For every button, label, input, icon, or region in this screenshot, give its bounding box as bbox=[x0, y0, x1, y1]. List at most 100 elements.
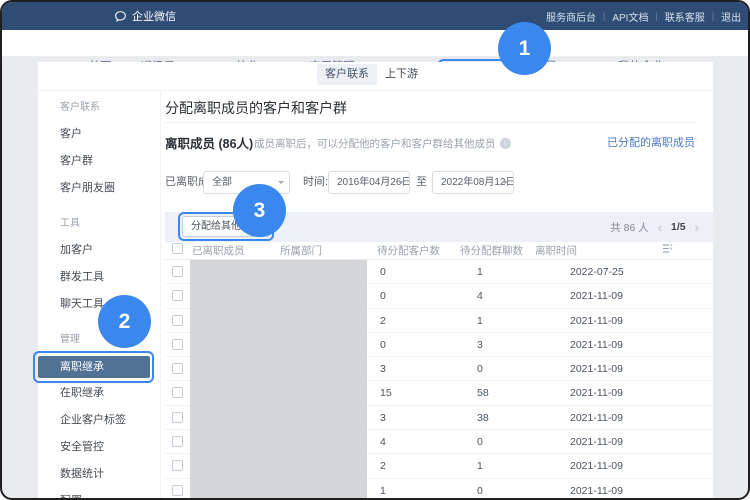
sidebar-item-broadcast-tool[interactable]: 群发工具 bbox=[38, 264, 158, 291]
redacted-area bbox=[190, 260, 367, 500]
row-checkbox[interactable] bbox=[172, 290, 183, 301]
link-logout[interactable]: 退出 bbox=[721, 9, 741, 24]
column-settings-icon[interactable] bbox=[662, 243, 673, 257]
cell-pending-customers: 0 bbox=[380, 260, 386, 284]
cell-pending-customers: 1 bbox=[380, 479, 386, 500]
cell-pending-groups: 3 bbox=[477, 333, 483, 357]
info-icon[interactable]: i bbox=[500, 138, 511, 149]
top-links: 服务商后台 | API文档 | 联系客服 | 退出 bbox=[546, 2, 741, 30]
cell-pending-customers: 15 bbox=[380, 381, 392, 405]
divider bbox=[38, 90, 713, 91]
caret-down-icon bbox=[278, 181, 284, 187]
prev-page-icon[interactable]: ‹ bbox=[658, 221, 662, 234]
sidebar-header-customer-contact: 客户联系 bbox=[38, 94, 158, 121]
row-checkbox[interactable] bbox=[172, 412, 183, 423]
row-checkbox[interactable] bbox=[172, 339, 183, 350]
app-logo[interactable]: 企业微信 bbox=[114, 2, 176, 30]
cell-leave-date: 2021-11-09 bbox=[570, 430, 623, 454]
cell-pending-groups: 0 bbox=[477, 357, 483, 381]
caret-down-icon bbox=[398, 181, 404, 187]
screenshot-frame: 企业微信 服务商后台 | API文档 | 联系客服 | 退出 首页 通讯录 协作… bbox=[0, 0, 750, 500]
step-badge-1: 1 bbox=[498, 22, 551, 75]
member-select-value: 全部 bbox=[212, 177, 232, 188]
cell-pending-groups: 0 bbox=[477, 479, 483, 500]
divider: | bbox=[655, 11, 657, 21]
cell-pending-customers: 2 bbox=[380, 309, 386, 333]
cell-pending-groups: 0 bbox=[477, 430, 483, 454]
cell-pending-groups: 1 bbox=[477, 260, 483, 284]
row-checkbox[interactable] bbox=[172, 387, 183, 398]
date-to-select[interactable]: 2022年08月12日 bbox=[432, 171, 514, 194]
row-checkbox[interactable] bbox=[172, 363, 183, 374]
sidebar-item-customer-groups[interactable]: 客户群 bbox=[38, 148, 158, 175]
row-checkbox[interactable] bbox=[172, 266, 183, 277]
cell-pending-customers: 3 bbox=[380, 406, 386, 430]
sidebar-item-add-customer[interactable]: 加客户 bbox=[38, 237, 158, 264]
section-title: 离职成员 (86人) bbox=[165, 133, 253, 152]
cell-pending-groups: 1 bbox=[477, 454, 483, 478]
date-from-select[interactable]: 2016年04月26日 bbox=[328, 171, 410, 194]
row-checkbox[interactable] bbox=[172, 485, 183, 496]
sidebar-item-departed-inheritance[interactable]: 离职继承 bbox=[38, 356, 150, 378]
step-badge-2: 2 bbox=[98, 295, 151, 348]
caret-down-icon bbox=[502, 181, 508, 187]
link-contact-support[interactable]: 联系客服 bbox=[665, 9, 705, 24]
cell-pending-customers: 0 bbox=[380, 333, 386, 357]
cell-leave-date: 2021-11-09 bbox=[570, 406, 623, 430]
main-nav: 首页 通讯录 协作 应用管理 客户与上下游 管理工具 我的企业 bbox=[2, 30, 750, 57]
page-title: 分配离职成员的客户和客户群 bbox=[165, 98, 347, 118]
logo-text: 企业微信 bbox=[132, 8, 176, 24]
row-checkbox[interactable] bbox=[172, 315, 183, 326]
wechat-work-bubble-icon bbox=[114, 10, 127, 23]
sidebar-item-customers[interactable]: 客户 bbox=[38, 121, 158, 148]
sidebar-item-config[interactable]: 配置 bbox=[38, 488, 158, 500]
cell-leave-date: 2021-11-09 bbox=[570, 479, 623, 500]
table-header: 已离职成员 所属部门 待分配客户数 待分配群聊数 离职时间 bbox=[165, 241, 713, 260]
sidebar: 客户联系 客户 客户群 客户朋友圈 工具 加客户 群发工具 聊天工具 管理 离职… bbox=[38, 94, 158, 500]
col-header-departed-member: 已离职成员 bbox=[192, 243, 245, 258]
divider bbox=[165, 122, 697, 123]
pagination-total: 共 86 人 bbox=[610, 220, 649, 235]
row-checkbox[interactable] bbox=[172, 436, 183, 447]
tab-customer-contact[interactable]: 客户联系 bbox=[317, 64, 377, 85]
assigned-members-link[interactable]: 已分配的离职成员 bbox=[607, 134, 695, 150]
col-header-department: 所属部门 bbox=[280, 243, 322, 258]
sidebar-item-customer-moments[interactable]: 客户朋友圈 bbox=[38, 175, 158, 202]
row-checkbox[interactable] bbox=[172, 460, 183, 471]
col-header-leave-date: 离职时间 bbox=[535, 243, 577, 258]
sidebar-item-customer-tags[interactable]: 企业客户标签 bbox=[38, 407, 158, 434]
step-badge-3: 3 bbox=[233, 184, 286, 237]
divider: | bbox=[712, 11, 714, 21]
cell-leave-date: 2021-11-09 bbox=[570, 381, 623, 405]
cell-pending-groups: 58 bbox=[477, 381, 489, 405]
sidebar-item-security-control[interactable]: 安全管控 bbox=[38, 434, 158, 461]
cell-leave-date: 2021-11-09 bbox=[570, 454, 623, 478]
link-api-docs[interactable]: API文档 bbox=[612, 9, 648, 24]
col-header-pending-customers: 待分配客户数 bbox=[377, 243, 440, 258]
next-page-icon[interactable]: › bbox=[695, 221, 699, 234]
divider bbox=[160, 90, 161, 500]
cell-pending-customers: 3 bbox=[380, 357, 386, 381]
cell-leave-date: 2022-07-25 bbox=[570, 260, 624, 284]
filter-time-label: 时间: bbox=[303, 171, 328, 194]
cell-pending-customers: 2 bbox=[380, 454, 386, 478]
cell-pending-groups: 4 bbox=[477, 284, 483, 308]
cell-pending-customers: 4 bbox=[380, 430, 386, 454]
sidebar-item-active-inheritance[interactable]: 在职继承 bbox=[38, 380, 158, 407]
cell-pending-groups: 38 bbox=[477, 406, 489, 430]
top-bar: 企业微信 服务商后台 | API文档 | 联系客服 | 退出 bbox=[2, 2, 750, 30]
section-description: 成员离职后，可以分配他的客户和客户群给其他成员 i bbox=[254, 136, 511, 151]
tab-upstream-downstream[interactable]: 上下游 bbox=[385, 64, 418, 85]
filter-to-label: 至 bbox=[416, 171, 427, 194]
cell-leave-date: 2021-11-09 bbox=[570, 309, 623, 333]
col-header-pending-groups: 待分配群聊数 bbox=[460, 243, 523, 258]
sidebar-header-tools: 工具 bbox=[38, 210, 158, 237]
sidebar-item-statistics[interactable]: 数据统计 bbox=[38, 461, 158, 488]
cell-leave-date: 2021-11-09 bbox=[570, 357, 623, 381]
cell-leave-date: 2021-11-09 bbox=[570, 333, 623, 357]
divider: | bbox=[603, 11, 605, 21]
section-description-text: 成员离职后，可以分配他的客户和客户群给其他成员 bbox=[254, 136, 496, 151]
select-all-checkbox[interactable] bbox=[172, 243, 183, 254]
link-provider-console[interactable]: 服务商后台 bbox=[546, 9, 596, 24]
cell-pending-customers: 0 bbox=[380, 284, 386, 308]
